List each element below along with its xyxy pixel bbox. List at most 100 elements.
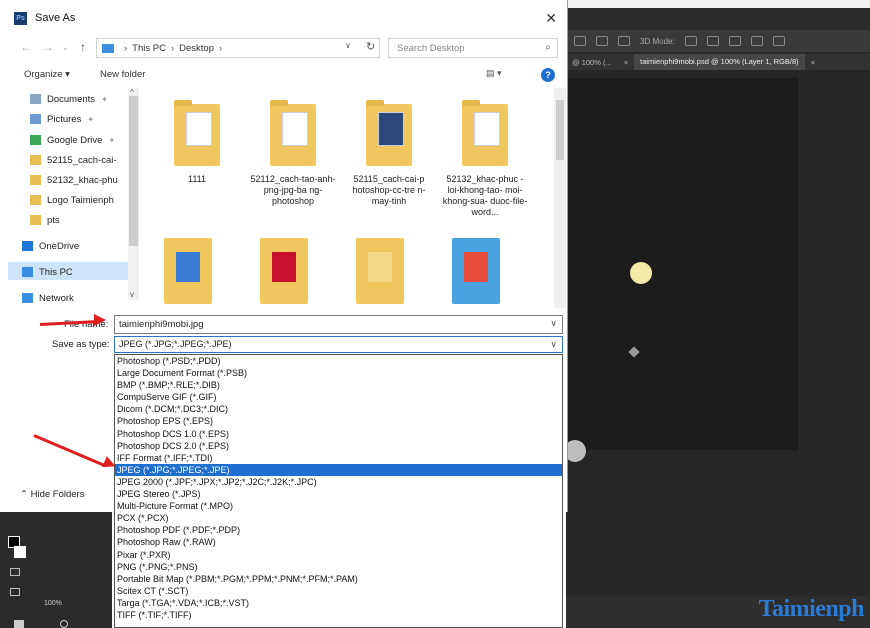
background-color-swatch[interactable] xyxy=(14,546,26,558)
chevron-down-icon[interactable]: ∨ xyxy=(550,318,557,329)
file-type-option[interactable]: Photoshop PDF (*.PDF;*.PDP) xyxy=(115,524,562,536)
file-type-option[interactable]: Multi-Picture Format (*.MPO) xyxy=(115,500,562,512)
breadcrumb-desktop[interactable]: Desktop xyxy=(179,43,214,54)
ps-document-canvas[interactable] xyxy=(566,78,798,450)
organize-button[interactable]: Organize ▾ xyxy=(24,69,70,80)
file-item[interactable]: 1111 xyxy=(154,100,240,185)
dialog-title: Save As xyxy=(35,12,76,24)
file-type-option[interactable]: PCX (*.PCX) xyxy=(115,512,562,524)
search-icon: ⌕ xyxy=(545,42,551,53)
adobe-folder-icon[interactable] xyxy=(260,238,308,304)
network-icon xyxy=(22,293,33,303)
file-type-option[interactable]: Pixar (*.PXR) xyxy=(115,549,562,561)
folder-icon xyxy=(174,100,220,166)
scroll-up-icon[interactable]: ^ xyxy=(130,88,134,97)
file-type-option[interactable]: Photoshop (*.PSD;*.PDD) xyxy=(115,355,562,367)
this-pc-icon xyxy=(22,267,33,277)
file-type-option[interactable]: Photoshop EPS (*.EPS) xyxy=(115,415,562,427)
orbit-icon[interactable] xyxy=(684,36,697,46)
sidebar-item-onedrive[interactable]: OneDrive xyxy=(22,239,79,253)
file-item[interactable]: 52115_cach-cai-p hotoshop-cc-tre n-may-t… xyxy=(346,100,432,207)
breadcrumb-separator: › xyxy=(170,42,175,54)
tab-active-close-icon[interactable]: × xyxy=(805,58,821,67)
breadcrumb[interactable]: › This PC › Desktop › xyxy=(96,38,380,58)
maps-app-icon[interactable] xyxy=(452,238,500,304)
sidebar-item-logo-taimienph[interactable]: Logo Taimienph xyxy=(30,193,114,207)
file-item[interactable]: 52112_cach-tao-anh-png-jpg-ba ng-photosh… xyxy=(250,100,336,207)
thumbnail-preview xyxy=(368,252,392,282)
sidebar-item-label: OneDrive xyxy=(39,240,80,252)
file-type-option[interactable]: BMP (*.BMP;*.RLE;*.DIB) xyxy=(115,379,562,391)
hide-folders-button[interactable]: ⌃ Hide Folders xyxy=(20,489,84,500)
view-options-icon[interactable]: ▤ ▾ xyxy=(486,68,516,80)
sidebar-item-google-drive[interactable]: Google Drive ✦ xyxy=(30,133,115,147)
tab-active[interactable]: taimienphi9mobi.psd @ 100% (Layer 1, RGB… xyxy=(634,54,805,70)
file-type-option[interactable]: Dicom (*.DCM;*.DC3;*.DIC) xyxy=(115,403,562,415)
up-arrow-icon[interactable]: ↑ xyxy=(80,40,86,54)
back-arrow-icon[interactable]: ← xyxy=(20,40,32,54)
align-icon[interactable] xyxy=(574,36,586,46)
red-arrowhead xyxy=(94,314,106,326)
pin-icon: ✦ xyxy=(101,94,108,104)
file-type-option[interactable]: Photoshop DCS 1.0 (*.EPS) xyxy=(115,428,562,440)
file-type-option[interactable]: JPEG 2000 (*.JPF;*.JPX;*.JP2;*.J2C;*.J2K… xyxy=(115,476,562,488)
file-type-option[interactable]: Photoshop DCS 2.0 (*.EPS) xyxy=(115,440,562,452)
folder-icon xyxy=(270,100,316,166)
sidebar-item-pts[interactable]: pts xyxy=(30,213,60,227)
help-icon[interactable]: ? xyxy=(541,68,555,82)
pictures-icon xyxy=(30,114,41,124)
file-type-option[interactable]: Photoshop Raw (*.RAW) xyxy=(115,536,562,548)
file-type-option[interactable]: JPEG Stereo (*.JPS) xyxy=(115,488,562,500)
photoshop-app-icon: Ps xyxy=(14,11,27,25)
forward-arrow-icon[interactable]: → xyxy=(42,40,54,54)
sidebar-item-52115-cach-cai[interactable]: 52115_cach-cai- xyxy=(30,153,117,167)
file-type-option[interactable]: Large Document Format (*.PSB) xyxy=(115,367,562,379)
folder-icon[interactable] xyxy=(356,238,404,304)
file-type-option[interactable]: JPEG (*.JPG;*.JPEG;*.JPE) xyxy=(115,463,562,476)
refresh-icon[interactable]: ↻ xyxy=(366,40,375,53)
file-name-input[interactable]: taimienphi9mobi.jpg ∨ xyxy=(114,315,563,334)
chevron-down-icon[interactable]: ∨ xyxy=(550,339,557,350)
quick-mask-icon[interactable] xyxy=(10,568,20,576)
sidebar-item-network[interactable]: Network xyxy=(22,291,74,305)
scale-icon[interactable] xyxy=(772,36,785,46)
save-as-type-select[interactable]: JPEG (*.JPG;*.JPEG;*.JPE) ∨ xyxy=(114,336,563,353)
new-folder-button[interactable]: New folder xyxy=(100,69,145,80)
file-type-option[interactable]: IFF Format (*.IFF;*.TDI) xyxy=(115,452,562,464)
file-name-value: taimienphi9mobi.jpg xyxy=(119,319,204,330)
file-type-option[interactable]: TIFF (*.TIF;*.TIFF) xyxy=(115,609,562,621)
sidebar-item-label: 52132_khac-phu xyxy=(47,174,118,186)
sidebar-item-52132-khac-phu[interactable]: 52132_khac-phu xyxy=(30,173,118,187)
breadcrumb-this-pc[interactable]: This PC xyxy=(132,43,166,54)
file-item[interactable]: 52132_khac-phuc -loi-khong-tao- moi-khon… xyxy=(442,100,528,218)
search-icon[interactable] xyxy=(60,620,68,628)
file-type-option[interactable]: Scitex CT (*.SCT) xyxy=(115,585,562,597)
file-type-option[interactable]: CompuServe GIF (*.GIF) xyxy=(115,391,562,403)
recent-dropdown-icon[interactable]: ⌄ xyxy=(62,43,69,52)
pan-icon[interactable] xyxy=(728,36,741,46)
onedrive-icon xyxy=(22,241,33,251)
slide-icon[interactable] xyxy=(750,36,763,46)
arrange-icon[interactable] xyxy=(618,36,630,46)
windows-start-icon[interactable] xyxy=(14,620,24,628)
file-type-option[interactable]: PNG (*.PNG;*.PNS) xyxy=(115,561,562,573)
chevron-down-icon[interactable]: ∨ xyxy=(345,41,351,50)
user-folder-icon[interactable] xyxy=(164,238,212,304)
file-scrollbar-thumb[interactable] xyxy=(556,100,564,160)
tab-inactive[interactable]: @ 100% (... xyxy=(566,58,618,67)
distribute-icon[interactable] xyxy=(596,36,608,46)
sidebar-item-documents[interactable]: Documents ✦ xyxy=(30,92,108,106)
scroll-down-icon[interactable]: v xyxy=(130,290,134,299)
sidebar-item-pictures[interactable]: Pictures ✦ xyxy=(30,112,94,126)
chevron-up-icon: ⌃ xyxy=(20,489,31,500)
close-icon[interactable]: ✕ xyxy=(545,10,557,27)
screen-mode-icon[interactable] xyxy=(10,588,20,596)
file-type-option[interactable]: Portable Bit Map (*.PBM;*.PGM;*.PPM;*.PN… xyxy=(115,573,562,585)
nav-scrollbar-thumb[interactable] xyxy=(129,96,138,246)
breadcrumb-separator: › xyxy=(219,42,223,54)
roll-icon[interactable] xyxy=(706,36,719,46)
search-input[interactable]: Search Desktop ⌕ xyxy=(388,38,558,58)
tab-close-icon[interactable]: × xyxy=(618,58,634,67)
file-type-option[interactable]: Targa (*.TGA;*.VDA;*.ICB;*.VST) xyxy=(115,597,562,609)
sidebar-item-this-pc[interactable]: This PC xyxy=(22,265,73,279)
